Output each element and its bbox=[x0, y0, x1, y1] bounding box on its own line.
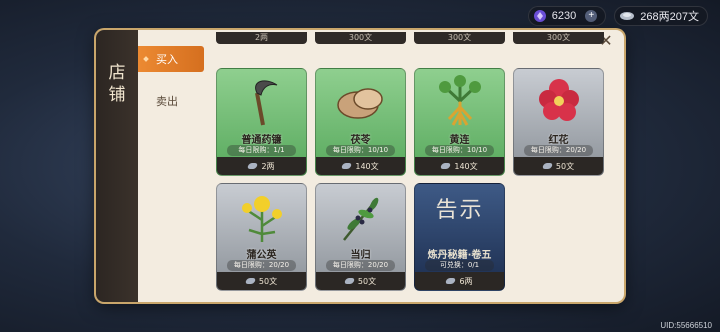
tab-label: 买入 bbox=[156, 53, 178, 66]
silver-coin-icon bbox=[244, 278, 256, 284]
dandelion-icon bbox=[242, 196, 282, 242]
angelica-herb-icon bbox=[343, 197, 379, 241]
shop-item-card[interactable]: 红花 每日限购：20/20 50文 bbox=[513, 68, 604, 176]
sickle-icon bbox=[255, 80, 278, 126]
notice-scroll-icon: 告示 bbox=[435, 198, 484, 223]
item-limit: 每日限购：1/1 bbox=[227, 145, 296, 156]
previous-row-stub: 2两 300文 300文 300文 bbox=[216, 32, 604, 44]
stub-price: 300文 bbox=[513, 32, 604, 44]
stub-price: 2两 bbox=[216, 32, 307, 44]
shop-panel: 店 铺 买入 卖出 ✕ 2两 300文 300文 300文 普通药镰 每日限购：… bbox=[96, 30, 624, 302]
item-limit: 可兑换：0/1 bbox=[425, 260, 494, 271]
item-price-value: 50文 bbox=[555, 161, 575, 171]
item-price-value: 50文 bbox=[357, 276, 377, 286]
poria-root-icon bbox=[337, 88, 383, 119]
tab-label: 卖出 bbox=[156, 95, 178, 108]
currency-bar: 6230 + 268两207文 bbox=[527, 6, 708, 26]
item-price: 50文 bbox=[514, 157, 603, 175]
red-flower-icon bbox=[539, 79, 579, 121]
item-grid: 普通药镰 每日限购：1/1 2两 茯苓 每日限购：10/10 140文 黄连 每… bbox=[216, 68, 604, 291]
item-grid-scroll[interactable]: 2两 300文 300文 300文 普通药镰 每日限购：1/1 2两 茯苓 每日… bbox=[212, 30, 616, 302]
title-char: 店 bbox=[108, 63, 126, 83]
silver-coin-icon bbox=[541, 163, 553, 169]
gem-currency[interactable]: 6230 + bbox=[527, 6, 607, 26]
item-price-value: 50文 bbox=[258, 276, 278, 286]
item-name: 当归 bbox=[350, 250, 371, 261]
shop-item-card[interactable]: 蒲公英 每日限购：20/20 50文 bbox=[216, 183, 307, 291]
shop-item-card[interactable]: 茯苓 每日限购：10/10 140文 bbox=[315, 68, 406, 176]
shop-title: 店 铺 bbox=[96, 30, 138, 302]
tab-buy[interactable]: 买入 bbox=[138, 46, 204, 72]
item-price: 50文 bbox=[217, 272, 306, 290]
coptis-herb-icon bbox=[439, 75, 481, 126]
item-limit: 每日限购：20/20 bbox=[227, 260, 296, 271]
silver-coin-icon bbox=[620, 12, 635, 20]
shop-tabs: 买入 卖出 bbox=[138, 46, 204, 130]
title-char: 铺 bbox=[108, 85, 126, 105]
item-price: 140文 bbox=[415, 157, 504, 175]
item-name: 黄连 bbox=[449, 135, 470, 146]
item-limit: 每日限购：20/20 bbox=[524, 145, 593, 156]
item-name: 红花 bbox=[548, 135, 569, 146]
stub-price: 300文 bbox=[414, 32, 505, 44]
item-price: 6两 bbox=[415, 272, 504, 290]
silver-coin-icon bbox=[440, 163, 452, 169]
item-name: 蒲公英 bbox=[246, 250, 277, 261]
add-gems-button[interactable]: + bbox=[585, 10, 598, 22]
gem-count: 6230 bbox=[551, 10, 577, 22]
silver-coin-icon bbox=[341, 163, 353, 169]
item-name: 普通药镰 bbox=[241, 135, 282, 146]
shop-item-card[interactable]: 当归 每日限购：20/20 50文 bbox=[315, 183, 406, 291]
item-price-value: 140文 bbox=[355, 161, 379, 171]
item-price: 140文 bbox=[316, 157, 405, 175]
silver-coin-icon bbox=[247, 163, 259, 169]
stub-price: 300文 bbox=[315, 32, 406, 44]
user-id: UID:55666510 bbox=[660, 321, 712, 330]
tab-marker bbox=[143, 56, 149, 62]
item-price-value: 140文 bbox=[454, 161, 478, 171]
silver-coin-icon bbox=[445, 278, 457, 284]
item-name: 炼丹秘籍·卷五 bbox=[427, 250, 492, 261]
gem-icon bbox=[533, 10, 546, 22]
item-price: 2两 bbox=[217, 157, 306, 175]
shop-item-card[interactable]: 黄连 每日限购：10/10 140文 bbox=[414, 68, 505, 176]
item-limit: 每日限购：10/10 bbox=[425, 145, 494, 156]
item-price-value: 2两 bbox=[261, 161, 275, 171]
shop-item-card[interactable]: 普通药镰 每日限购：1/1 2两 bbox=[216, 68, 307, 176]
coin-currency: 268两207文 bbox=[614, 6, 708, 26]
item-price-value: 6两 bbox=[459, 276, 473, 286]
item-price: 50文 bbox=[316, 272, 405, 290]
coin-count: 268两207文 bbox=[640, 11, 699, 23]
tab-sell[interactable]: 卖出 bbox=[138, 88, 204, 114]
item-name: 茯苓 bbox=[350, 135, 371, 146]
silver-coin-icon bbox=[343, 278, 355, 284]
item-limit: 每日限购：20/20 bbox=[326, 260, 395, 271]
item-limit: 每日限购：10/10 bbox=[326, 145, 395, 156]
shop-item-card[interactable]: 告示 炼丹秘籍·卷五 可兑换：0/1 6两 bbox=[414, 183, 505, 291]
